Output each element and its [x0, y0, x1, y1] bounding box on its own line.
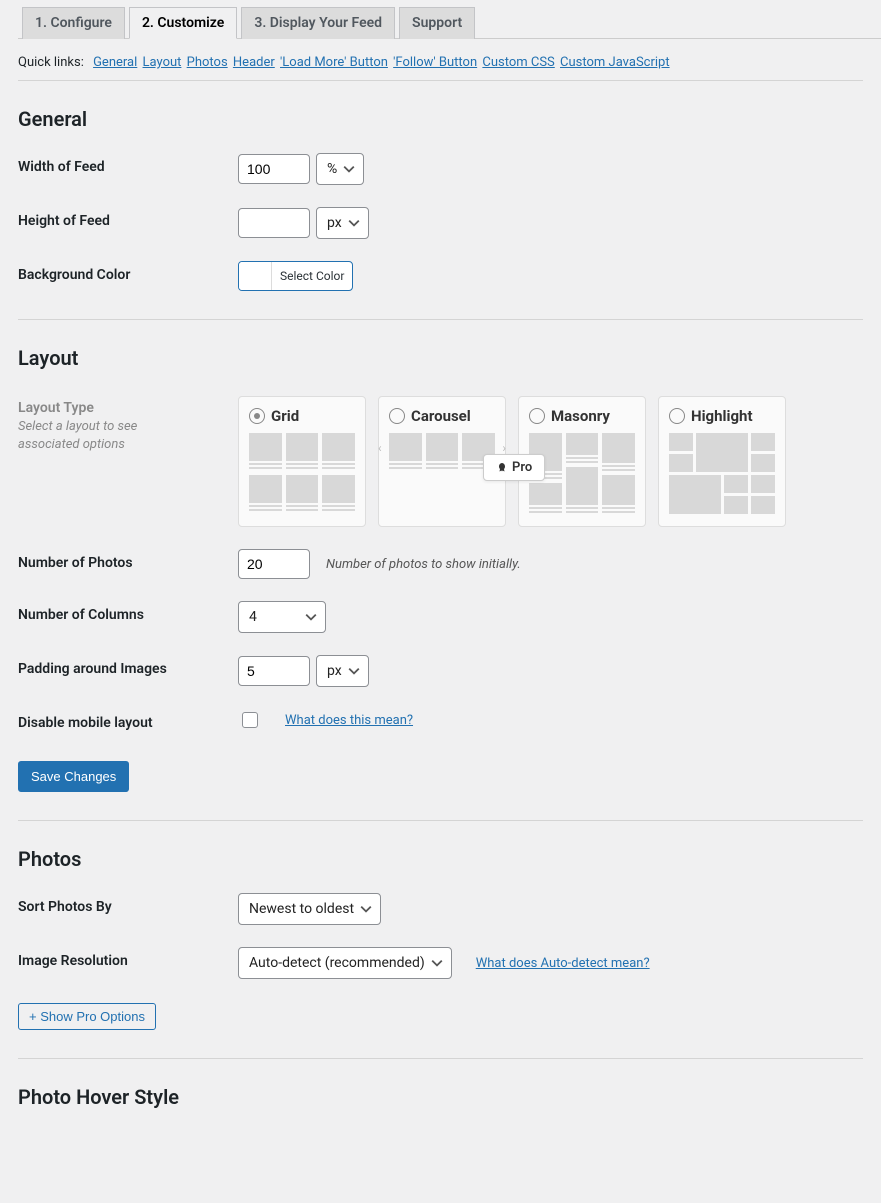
layout-type-label: Layout Type	[18, 400, 238, 416]
section-title-general: General	[18, 107, 863, 131]
tab-support[interactable]: Support	[399, 7, 475, 39]
radio-icon	[669, 408, 685, 424]
height-of-feed-input[interactable]	[238, 208, 310, 238]
width-of-feed-input[interactable]	[238, 154, 310, 184]
quick-link-customcss[interactable]: Custom CSS	[482, 55, 554, 70]
layout-type-options: Grid	[238, 396, 786, 527]
quick-link-loadmore[interactable]: 'Load More' Button	[280, 55, 388, 70]
quick-link-general[interactable]: General	[93, 55, 137, 70]
section-title-hover: Photo Hover Style	[18, 1085, 863, 1109]
height-of-feed-unit-select[interactable]: px	[316, 207, 369, 239]
number-of-photos-hint: Number of photos to show initially.	[326, 557, 521, 572]
color-swatch	[239, 262, 272, 290]
radio-checked-icon	[249, 408, 265, 424]
image-resolution-label: Image Resolution	[18, 947, 238, 969]
chevron-down-icon	[431, 957, 443, 969]
tab-customize[interactable]: 2. Customize	[129, 7, 237, 39]
quick-links-lead: Quick links:	[18, 55, 84, 70]
chevron-right-icon: ›	[502, 441, 506, 455]
section-title-photos: Photos	[18, 847, 863, 871]
number-of-photos-input[interactable]	[238, 549, 310, 579]
pro-badge: Pro	[483, 454, 545, 481]
background-color-label: Background Color	[18, 261, 238, 283]
number-of-columns-label: Number of Columns	[18, 601, 238, 623]
number-of-columns-select[interactable]: 4	[238, 601, 326, 633]
save-changes-button[interactable]: Save Changes	[18, 761, 129, 792]
padding-around-images-input[interactable]	[238, 656, 310, 686]
padding-around-images-label: Padding around Images	[18, 655, 238, 677]
layout-option-grid[interactable]: Grid	[238, 396, 366, 527]
layout-option-highlight[interactable]: Highlight	[658, 396, 786, 527]
background-color-picker[interactable]: Select Color	[238, 261, 353, 291]
quick-link-photos[interactable]: Photos	[187, 55, 228, 70]
sort-photos-by-label: Sort Photos By	[18, 893, 238, 915]
width-of-feed-unit-select[interactable]: %	[316, 153, 364, 185]
section-title-layout: Layout	[18, 346, 863, 370]
tab-display-feed[interactable]: 3. Display Your Feed	[241, 7, 395, 39]
main-tabs: 1. Configure 2. Customize 3. Display You…	[18, 0, 881, 39]
quick-links: Quick links: General Layout Photos Heade…	[18, 39, 863, 81]
chevron-down-icon	[360, 903, 372, 915]
sort-photos-by-select[interactable]: Newest to oldest	[238, 893, 381, 925]
radio-icon	[529, 408, 545, 424]
chevron-down-icon	[348, 217, 360, 229]
radio-icon	[389, 408, 405, 424]
disable-mobile-checkbox[interactable]	[242, 712, 258, 728]
show-pro-options-button[interactable]: + Show Pro Options	[18, 1003, 156, 1030]
quick-link-customjs[interactable]: Custom JavaScript	[560, 55, 670, 70]
quick-link-follow[interactable]: 'Follow' Button	[393, 55, 477, 70]
height-of-feed-label: Height of Feed	[18, 207, 238, 229]
number-of-photos-label: Number of Photos	[18, 549, 238, 571]
layout-type-desc: Select a layout to see associated option…	[18, 418, 198, 453]
padding-unit-select[interactable]: px	[316, 655, 369, 687]
rocket-icon	[496, 462, 508, 474]
chevron-down-icon	[348, 665, 360, 677]
select-color-text: Select Color	[272, 262, 352, 290]
quick-link-layout[interactable]: Layout	[143, 55, 182, 70]
width-of-feed-label: Width of Feed	[18, 153, 238, 175]
disable-mobile-layout-label: Disable mobile layout	[18, 709, 238, 731]
tab-configure[interactable]: 1. Configure	[22, 7, 125, 39]
image-resolution-help-link[interactable]: What does Auto-detect mean?	[476, 956, 650, 971]
chevron-left-icon: ‹	[378, 441, 382, 455]
chevron-down-icon	[305, 611, 317, 623]
quick-link-header[interactable]: Header	[233, 55, 275, 70]
image-resolution-select[interactable]: Auto-detect (recommended)	[238, 947, 452, 979]
chevron-down-icon	[343, 163, 355, 175]
disable-mobile-help-link[interactable]: What does this mean?	[285, 713, 413, 728]
